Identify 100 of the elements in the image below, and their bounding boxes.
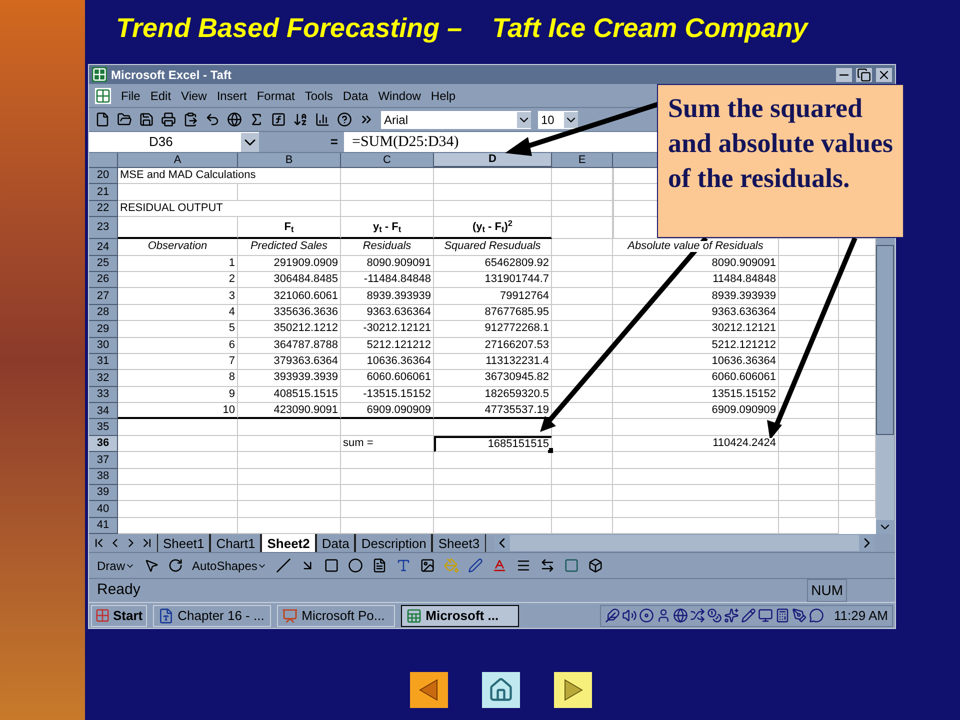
letter-icon[interactable]	[396, 558, 412, 574]
caret-icon[interactable]	[517, 112, 531, 128]
workbook-icon[interactable]	[95, 88, 111, 104]
row-header[interactable]: 26	[89, 272, 118, 288]
help-icon[interactable]	[337, 112, 352, 127]
empty-cell[interactable]	[434, 452, 552, 469]
pen-icon[interactable]	[468, 558, 484, 574]
autoshapes-menu[interactable]: AutoShapes	[192, 556, 268, 575]
shuffle-icon[interactable]	[690, 608, 706, 624]
empty-cell[interactable]	[552, 468, 613, 486]
vertical-scrollbar[interactable]	[876, 245, 894, 534]
empty-cell[interactable]	[341, 468, 434, 486]
select-all-corner[interactable]	[89, 153, 118, 168]
font-color-icon[interactable]	[492, 558, 508, 574]
empty-cell[interactable]	[613, 485, 779, 502]
rotate-icon[interactable]	[168, 558, 184, 574]
row-header[interactable]: 36	[89, 436, 118, 452]
empty-cell[interactable]	[779, 403, 839, 420]
coin-icon[interactable]	[707, 608, 722, 624]
sheet-tab[interactable]: Sheet1	[157, 534, 210, 552]
person-icon[interactable]	[656, 608, 672, 624]
scroll-down-icon[interactable]	[876, 520, 894, 534]
printer-icon[interactable]	[161, 112, 176, 127]
start-button[interactable]: Start	[91, 604, 147, 627]
row-header[interactable]: 39	[89, 485, 118, 502]
empty-cell[interactable]	[434, 468, 552, 486]
column-header[interactable]: D	[434, 153, 552, 168]
oval-icon[interactable]	[348, 558, 364, 574]
empty-cell[interactable]	[552, 184, 613, 201]
row-header[interactable]: 31	[89, 354, 118, 370]
empty-cell[interactable]	[552, 272, 613, 288]
name-box[interactable]: D36	[89, 132, 259, 152]
empty-cell[interactable]	[552, 501, 613, 518]
pointer-icon[interactable]	[144, 558, 160, 574]
empty-cell[interactable]	[779, 239, 839, 256]
empty-cell[interactable]	[779, 386, 839, 404]
row-header[interactable]: 34	[89, 403, 118, 420]
empty-cell[interactable]	[779, 354, 839, 370]
row-header[interactable]: 41	[89, 518, 118, 534]
menu-item[interactable]: Format	[256, 86, 295, 104]
row-header[interactable]: 21	[89, 184, 118, 201]
column-header[interactable]	[613, 153, 657, 168]
chart-icon[interactable]	[315, 112, 330, 127]
empty-cell[interactable]	[613, 501, 779, 518]
menu-item[interactable]: Tools	[304, 86, 333, 104]
row-header[interactable]: 28	[89, 304, 118, 322]
font-size-dropdown[interactable]: 10	[538, 110, 578, 128]
save-icon[interactable]	[139, 112, 154, 127]
menu-item[interactable]: File	[121, 86, 140, 104]
folder-icon[interactable]	[117, 112, 132, 127]
empty-cell[interactable]	[238, 485, 341, 502]
draw-menu[interactable]: Draw	[97, 556, 136, 575]
empty-cell[interactable]	[552, 485, 613, 502]
row-header[interactable]: 27	[89, 288, 118, 305]
row-header[interactable]: 38	[89, 468, 118, 486]
row-header[interactable]: 23	[89, 217, 118, 240]
row-header[interactable]: 20	[89, 168, 118, 184]
cube-icon[interactable]	[588, 558, 604, 574]
rectangle-icon[interactable]	[324, 558, 340, 574]
taskbar-button[interactable]: Microsoft Po...	[276, 604, 395, 627]
chat-icon[interactable]	[809, 608, 824, 624]
empty-cell[interactable]	[779, 370, 839, 387]
row-header[interactable]: 24	[89, 239, 118, 256]
pen-icon[interactable]	[792, 608, 808, 624]
next-button[interactable]	[554, 672, 592, 708]
disc-icon[interactable]	[639, 608, 654, 624]
empty-cell[interactable]	[779, 256, 839, 272]
column-header[interactable]: C	[341, 153, 434, 168]
empty-cell[interactable]	[238, 419, 341, 436]
menu-item[interactable]: Window	[378, 86, 421, 104]
pencil-icon[interactable]	[741, 608, 756, 624]
empty-cell[interactable]	[434, 184, 552, 201]
empty-cell[interactable]	[552, 200, 613, 218]
column-header[interactable]: E	[552, 153, 613, 168]
empty-cell[interactable]	[779, 338, 839, 354]
empty-cell[interactable]	[552, 338, 613, 354]
clipboard-icon[interactable]	[183, 112, 198, 127]
empty-cell[interactable]	[552, 386, 613, 404]
minimize-icon[interactable]	[836, 68, 852, 82]
row-header[interactable]: 35	[89, 419, 118, 436]
sheet-tab[interactable]: Chart1	[210, 534, 262, 552]
calculator-icon[interactable]	[775, 608, 790, 624]
sheet-tab[interactable]: Data	[316, 534, 356, 552]
taskbar-button[interactable]: Microsoft ...	[400, 604, 519, 627]
empty-cell[interactable]	[552, 452, 613, 469]
empty-cell[interactable]	[341, 452, 434, 469]
caret-icon[interactable]	[241, 132, 259, 152]
empty-cell[interactable]	[779, 288, 839, 305]
menu-item[interactable]: View	[181, 86, 207, 104]
row-header[interactable]: 40	[89, 501, 118, 518]
sheet-tab[interactable]: Sheet2	[261, 534, 316, 552]
empty-cell[interactable]	[552, 370, 613, 387]
function-icon[interactable]	[271, 112, 286, 127]
empty-cell[interactable]	[613, 452, 779, 469]
image-icon[interactable]	[420, 558, 436, 574]
empty-cell[interactable]	[779, 501, 839, 518]
sheet-tab[interactable]: Description	[355, 534, 432, 552]
empty-cell[interactable]	[238, 436, 341, 452]
line-icon[interactable]	[276, 558, 292, 574]
empty-cell[interactable]	[434, 168, 552, 184]
